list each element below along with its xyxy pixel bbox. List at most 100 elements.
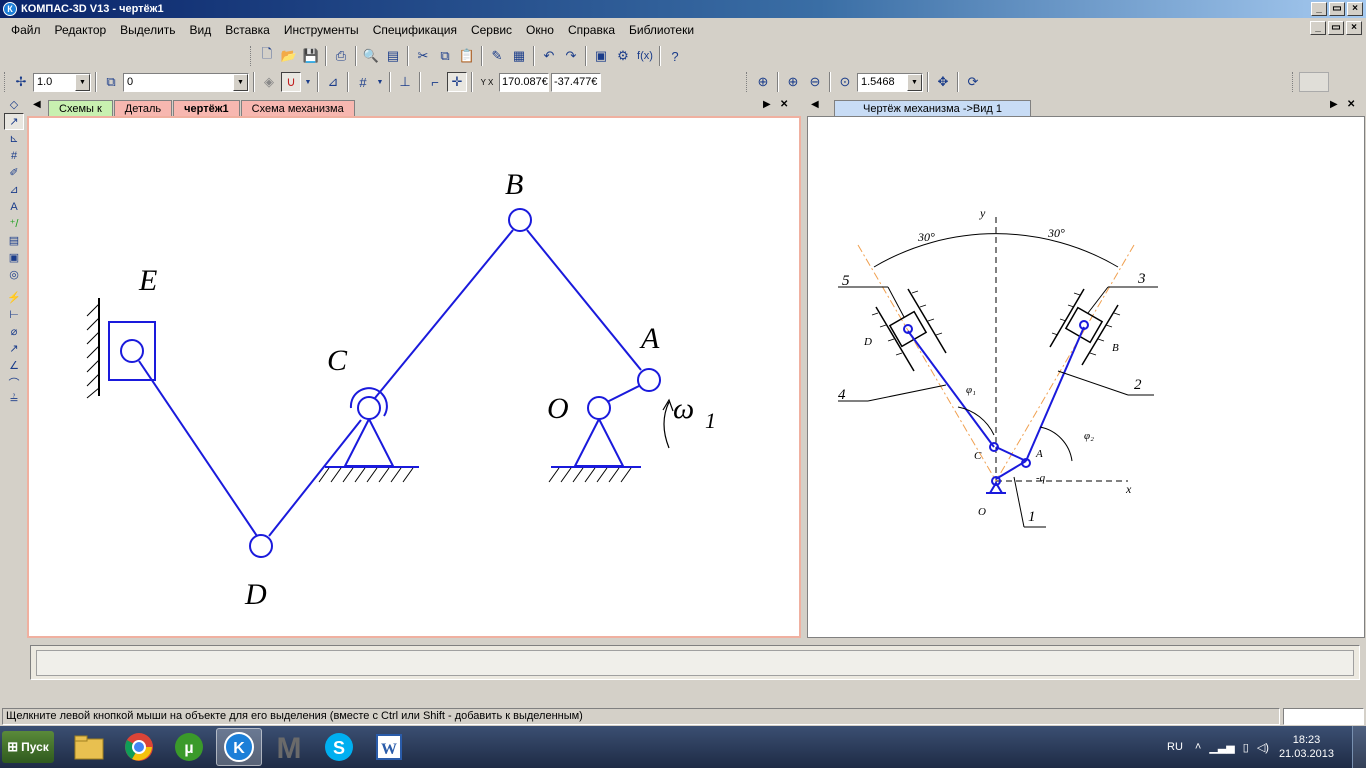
coord-y-field[interactable]: -37.477€ — [551, 72, 601, 92]
menu-specification[interactable]: Спецификация — [366, 23, 464, 37]
toolbar-grip[interactable] — [1292, 72, 1295, 92]
preview-icon[interactable]: 🔍 — [361, 46, 381, 66]
select-by-icon[interactable]: ⁺/ — [4, 215, 24, 232]
menu-service[interactable]: Сервис — [464, 23, 519, 37]
ortho-mode-icon[interactable]: ⌐ — [425, 72, 445, 92]
zoom-combo[interactable]: 1.5468 ▼ — [857, 72, 923, 92]
pan-icon[interactable]: ✥ — [933, 72, 953, 92]
auto-line-icon[interactable]: ⚡ — [4, 289, 24, 306]
battery-icon[interactable]: ▯ — [1243, 741, 1249, 754]
zoom-all-icon[interactable]: ⊕ — [753, 72, 773, 92]
help-pointer-icon[interactable]: ? — [665, 46, 685, 66]
taskbar-skype[interactable]: S — [316, 728, 362, 766]
parametrization-icon[interactable]: ⊿ — [4, 181, 24, 198]
drawing-canvas-left[interactable]: E B C A O D ω 1 — [27, 116, 801, 638]
library-icon[interactable]: ⚙ — [613, 46, 633, 66]
tabs-left-arrow-icon[interactable]: ◀ — [811, 99, 819, 110]
doc-minimize-button[interactable]: _ — [1310, 21, 1326, 35]
show-hidden-icons-icon[interactable]: ˄ — [1195, 741, 1201, 753]
copy-icon[interactable]: ⧉ — [435, 46, 455, 66]
zoom-window-icon[interactable]: ⊙ — [835, 72, 855, 92]
command-field[interactable] — [36, 650, 1354, 676]
local-snap-icon[interactable]: ⊿ — [323, 72, 343, 92]
undo-icon[interactable]: ↶ — [539, 46, 559, 66]
zoom-in-icon[interactable]: ⊕ — [783, 72, 803, 92]
chevron-down-icon[interactable]: ▼ — [375, 72, 385, 92]
select-icon[interactable]: ↗ — [4, 113, 24, 130]
menu-editor[interactable]: Редактор — [48, 23, 114, 37]
taskbar-mathcad[interactable]: M — [266, 728, 312, 766]
taskbar-kompas[interactable]: K — [216, 728, 262, 766]
views-icon[interactable]: ◎ — [4, 266, 24, 283]
diameter-dim-icon[interactable]: ⌀ — [4, 323, 24, 340]
refresh-icon[interactable]: ⟳ — [963, 72, 983, 92]
layer-combo[interactable]: 0 ▼ — [123, 72, 249, 92]
taskbar-utorrent[interactable]: µ — [166, 728, 212, 766]
network-icon[interactable]: ▁▃▅ — [1209, 741, 1234, 754]
chevron-down-icon[interactable]: ▼ — [75, 73, 90, 91]
tab-schemes[interactable]: Схемы к — [48, 100, 113, 116]
restore-button[interactable]: ▭ — [1329, 2, 1345, 16]
tab-mechanism-view[interactable]: Чертёж механизма ->Вид 1 — [834, 100, 1031, 116]
format-brush-icon[interactable]: ✎ — [487, 46, 507, 66]
tabs-right-arrow-icon[interactable]: ▶ — [1330, 99, 1338, 110]
tabs-right-arrow-icon[interactable]: ▶ — [763, 99, 771, 110]
eraser-icon[interactable]: ◈ — [259, 72, 279, 92]
volume-icon[interactable]: ◁) — [1257, 741, 1269, 754]
menu-window[interactable]: Окно — [519, 23, 561, 37]
toolbar-grip[interactable] — [4, 72, 7, 92]
close-button[interactable]: × — [1347, 2, 1363, 16]
tab-drawing1[interactable]: чертёж1 — [173, 100, 240, 116]
radial-dim-icon[interactable]: ↗ — [4, 340, 24, 357]
tabs-left-arrow-icon[interactable]: ◀ — [33, 99, 41, 110]
taskbar-chrome[interactable] — [116, 728, 162, 766]
tab-close-icon[interactable]: ✕ — [1347, 99, 1355, 110]
measure-icon[interactable]: A — [4, 198, 24, 215]
toolbar-grip[interactable] — [746, 72, 749, 92]
minimize-button[interactable]: _ — [1311, 2, 1327, 16]
menu-libraries[interactable]: Библиотеки — [622, 23, 701, 37]
menu-file[interactable]: Файл — [4, 23, 48, 37]
edit-icon[interactable]: ✐ — [4, 164, 24, 181]
properties-icon[interactable]: ▦ — [509, 46, 529, 66]
tab-detail[interactable]: Деталь — [113, 100, 173, 116]
toolbar-grip[interactable] — [250, 46, 253, 66]
zoom-out-icon[interactable]: ⊖ — [805, 72, 825, 92]
variables-icon[interactable]: f(x) — [635, 46, 655, 66]
layers-icon[interactable]: ▣ — [591, 46, 611, 66]
step-combo[interactable]: 1.0 ▼ — [33, 72, 91, 92]
new-document-icon[interactable]: 🗋 — [257, 46, 277, 66]
menu-help[interactable]: Справка — [561, 23, 622, 37]
open-folder-icon[interactable]: 📂 — [279, 46, 299, 66]
doc-restore-button[interactable]: ▭ — [1328, 21, 1344, 35]
snap-magnet-icon[interactable]: ∪ — [281, 72, 301, 92]
cursor-position-icon[interactable]: ✛ — [447, 72, 467, 92]
chevron-down-icon[interactable]: ▼ — [303, 72, 313, 92]
language-indicator[interactable]: RU — [1167, 741, 1183, 753]
cut-icon[interactable]: ✂ — [413, 46, 433, 66]
clock[interactable]: 18:23 21.03.2013 — [1279, 733, 1334, 761]
arc-dim-icon[interactable]: ⌒ — [4, 374, 24, 391]
redo-icon[interactable]: ↷ — [561, 46, 581, 66]
tab-close-icon[interactable]: ✕ — [780, 99, 788, 110]
show-desktop-button[interactable] — [1352, 726, 1366, 768]
chevron-down-icon[interactable]: ▼ — [233, 73, 248, 91]
coordinate-system-icon[interactable]: ⊥ — [395, 72, 415, 92]
chevron-down-icon[interactable]: ▼ — [907, 73, 922, 91]
cursor-step-icon[interactable]: ✢ — [11, 72, 31, 92]
angle-dim-icon[interactable]: ∠ — [4, 357, 24, 374]
geometry-icon[interactable]: ◇ — [4, 96, 24, 113]
grid-icon[interactable]: # — [353, 72, 373, 92]
designations-icon[interactable]: # — [4, 147, 24, 164]
doc-close-button[interactable]: × — [1346, 21, 1362, 35]
dimensions-icon[interactable]: ⊾ — [4, 130, 24, 147]
menu-insert[interactable]: Вставка — [218, 23, 277, 37]
paste-icon[interactable]: 📋 — [457, 46, 477, 66]
report-icon[interactable]: ▣ — [4, 249, 24, 266]
save-icon[interactable]: 💾 — [301, 46, 321, 66]
menu-view[interactable]: Вид — [183, 23, 219, 37]
coord-x-field[interactable]: 170.087€ — [499, 72, 549, 92]
taskbar-word[interactable]: W — [366, 728, 412, 766]
print-icon[interactable]: ⎙ — [331, 46, 351, 66]
spec-icon[interactable]: ▤ — [4, 232, 24, 249]
